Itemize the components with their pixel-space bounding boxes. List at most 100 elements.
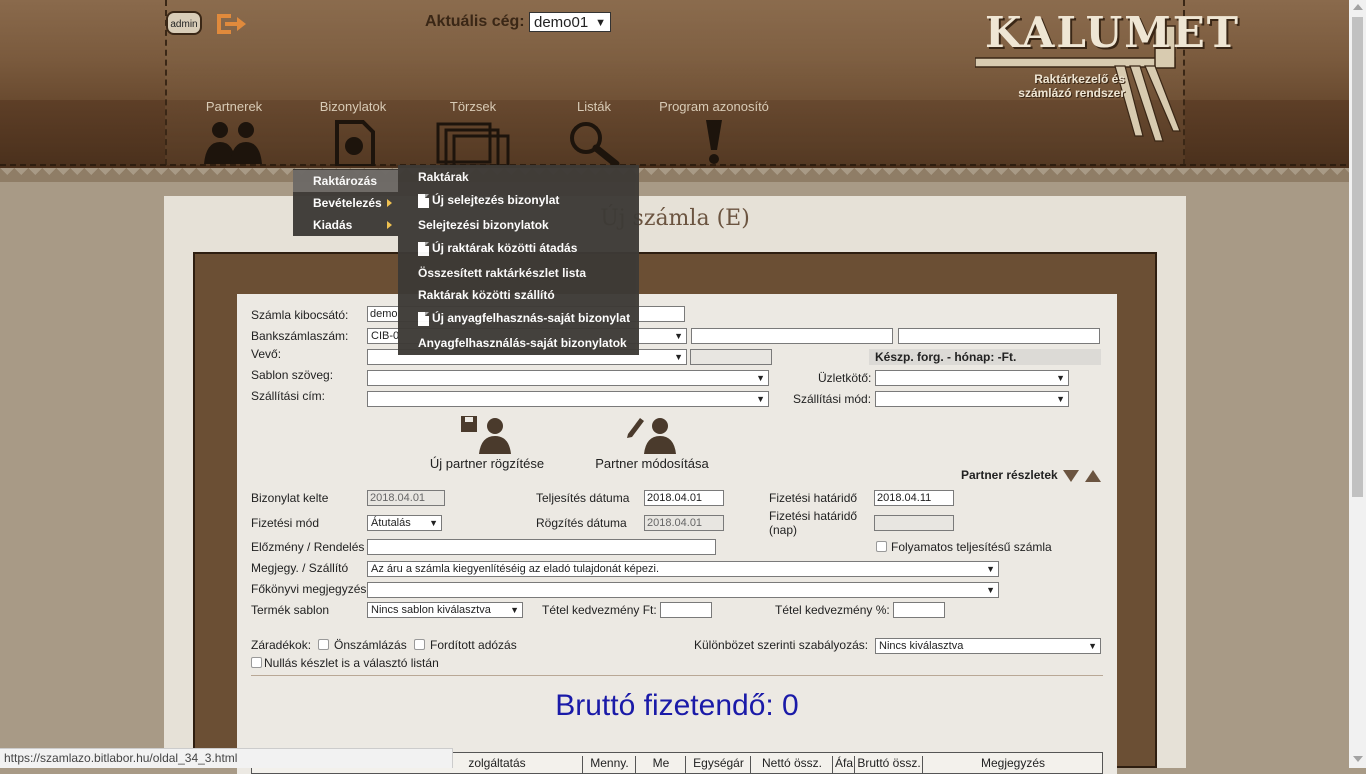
fulfil-date-input[interactable]: 2018.04.01 — [644, 490, 724, 506]
zero-stock-label: Nullás készlet is a választó listán — [264, 656, 439, 670]
note-ship-label: Megjegy. / Szállító — [251, 561, 349, 575]
submenu-item-new-scrap-label: Új selejtezés bizonylat — [432, 193, 560, 207]
zero-stock-checkbox[interactable] — [251, 657, 262, 668]
diff-rule-label: Különbözet szerinti szabályozás: — [694, 638, 869, 652]
agent-select[interactable]: ▼ — [875, 370, 1069, 386]
chevron-down-icon: ▼ — [1056, 394, 1065, 404]
submenu-item-warehouses-label: Raktárak — [418, 170, 469, 184]
partner-details-label: Partner részletek — [961, 468, 1058, 482]
invoice-form: Számla kibocsátó: demo Bankszámlaszám: C… — [237, 294, 1117, 774]
col-vat: Áfa — [832, 756, 855, 774]
kalumet-logo: KALUMET Raktárkezelő és számlázó rendsze… — [975, 6, 1238, 146]
edit-partner-button[interactable]: Partner módosítása — [577, 414, 727, 471]
ship-mode-select[interactable]: ▼ — [875, 391, 1069, 407]
submenu-item-scrap-docs-label: Selejtezési bizonylatok — [418, 218, 549, 232]
documents-menu: Raktározás Bevételezés Kiadás — [293, 169, 398, 236]
menu-item-issuing[interactable]: Kiadás — [293, 214, 398, 236]
chevron-down-icon: ▼ — [674, 331, 683, 341]
nav-partners[interactable]: Partnerek — [195, 100, 273, 166]
product-template-label: Termék sablon — [251, 603, 330, 617]
prev-order-input[interactable] — [367, 539, 716, 555]
edit-person-icon — [627, 418, 676, 454]
submenu-item-new-material-use[interactable]: Új anyagfelhasznás-saját bizonylat — [418, 307, 630, 329]
ship-addr-label: Szállítási cím: — [251, 389, 326, 403]
scrollbar-thumb[interactable] — [1352, 17, 1363, 497]
col-unit: Me — [635, 756, 686, 774]
chevron-down-icon: ▼ — [1088, 641, 1097, 651]
doc-date-input: 2018.04.01 — [367, 490, 445, 506]
chevron-down-icon: ▼ — [595, 17, 606, 29]
bank-select-value: CIB-0 — [371, 330, 400, 342]
bank-extra-input-1[interactable] — [691, 328, 893, 344]
submenu-item-scrap-docs[interactable]: Selejtezési bizonylatok — [418, 214, 549, 236]
scroll-down-icon[interactable] — [1353, 756, 1363, 762]
col-note: Megjegyzés — [922, 756, 1103, 774]
bank-label: Bankszámlaszám: — [251, 329, 349, 343]
due-days-label: Fizetési határidő (nap) — [769, 509, 857, 537]
prev-order-label: Előzmény / Rendelés — [251, 540, 365, 554]
pay-mode-select[interactable]: Átutalás ▼ — [367, 515, 442, 531]
item-discount-ft-input[interactable] — [660, 602, 712, 618]
logo-subtitle: Raktárkezelő és számlázó rendszer — [1018, 72, 1125, 100]
note-ship-select[interactable]: Az áru a számla kiegyenlítéséig az eladó… — [367, 561, 999, 577]
ship-addr-select[interactable]: ▼ — [367, 391, 769, 407]
document-icon — [418, 193, 429, 208]
submenu-item-material-use-docs-label: Anyagfelhasználás-saját bizonylatok — [418, 336, 627, 350]
item-discount-pct-input[interactable] — [893, 602, 945, 618]
new-partner-label: Új partner rögzítése — [429, 456, 545, 471]
bank-extra-input-2[interactable] — [898, 328, 1100, 344]
diff-rule-value: Nincs kiválasztva — [879, 640, 964, 652]
save-person-icon — [461, 416, 511, 454]
item-discount-pct-label: Tétel kedvezmény %: — [775, 603, 890, 617]
self-billing-checkbox[interactable] — [318, 639, 329, 650]
due-days-label-line-2: (nap) — [769, 523, 798, 537]
col-gross: Bruttó össz. — [854, 756, 923, 774]
chevron-down-icon: ▼ — [1056, 373, 1065, 383]
due-days-label-line-1: Fizetési határidő — [769, 509, 858, 523]
diff-rule-select[interactable]: Nincs kiválasztva ▼ — [875, 638, 1101, 654]
due-date-input[interactable]: 2018.04.11 — [874, 490, 954, 506]
company-select[interactable]: demo01 ▼ — [529, 12, 611, 32]
due-date-label: Fizetési határidő — [769, 491, 858, 505]
nav-lists[interactable]: Listák — [562, 100, 626, 166]
logo-subtitle-line-2: számlázó rendszer — [1018, 86, 1125, 100]
document-icon — [418, 241, 429, 256]
submenu-item-new-transfer-label: Új raktárak közötti átadás — [432, 241, 578, 255]
submenu-item-transfer-notes[interactable]: Raktárak közötti szállító — [418, 284, 555, 306]
note-ship-value: Az áru a számla kiegyenlítéséig az eladó… — [371, 563, 660, 575]
expand-collapse-icon[interactable] — [1061, 468, 1103, 484]
ledger-note-label: Főkönyvi megjegyzés — [251, 582, 367, 596]
scroll-up-icon[interactable] — [1353, 4, 1363, 10]
pay-mode-label: Fizetési mód — [251, 516, 320, 530]
header-zigzag — [0, 168, 1366, 182]
submenu-item-new-scrap[interactable]: Új selejtezés bizonylat — [418, 189, 559, 211]
reverse-tax-checkbox[interactable] — [414, 639, 425, 650]
submenu-item-new-transfer[interactable]: Új raktárak közötti átadás — [418, 237, 577, 259]
submenu-item-stock-summary[interactable]: Összesített raktárkészlet lista — [418, 262, 586, 284]
continuous-checkbox[interactable] — [876, 541, 887, 552]
menu-item-receiving-label: Bevételezés — [313, 196, 382, 210]
new-partner-button[interactable]: Új partner rögzítése — [417, 414, 557, 471]
chevron-down-icon: ▼ — [756, 373, 765, 383]
chevron-down-icon: ▼ — [674, 352, 683, 362]
admin-button[interactable]: admin — [166, 11, 202, 35]
product-template-select[interactable]: Nincs sablon kiválasztva ▼ — [367, 602, 523, 618]
ship-mode-label: Szállítási mód: — [793, 392, 872, 406]
submenu-item-warehouses[interactable]: Raktárak — [418, 166, 469, 188]
document-icon — [418, 311, 429, 326]
menu-item-receiving[interactable]: Bevételezés — [293, 192, 398, 214]
template-text-select[interactable]: ▼ — [367, 370, 769, 386]
submenu-item-material-use-docs[interactable]: Anyagfelhasználás-saját bizonylatok — [418, 332, 627, 354]
nav-masters[interactable]: Törzsek — [436, 100, 510, 166]
submenu-arrow-icon — [387, 199, 392, 207]
ledger-note-select[interactable]: ▼ — [367, 582, 999, 598]
reverse-tax-label: Fordított adózás — [430, 638, 517, 652]
nav-program-id[interactable]: Program azonosító — [656, 100, 772, 166]
nav-documents[interactable]: Bizonylatok — [316, 100, 390, 166]
chevron-down-icon: ▼ — [429, 518, 438, 528]
nav-partners-label: Partnerek — [205, 99, 263, 114]
agent-label: Üzletkötő: — [818, 371, 872, 385]
logout-icon[interactable] — [215, 12, 247, 36]
self-billing-label: Önszámlázás — [334, 638, 407, 652]
menu-item-warehousing[interactable]: Raktározás — [293, 170, 398, 192]
